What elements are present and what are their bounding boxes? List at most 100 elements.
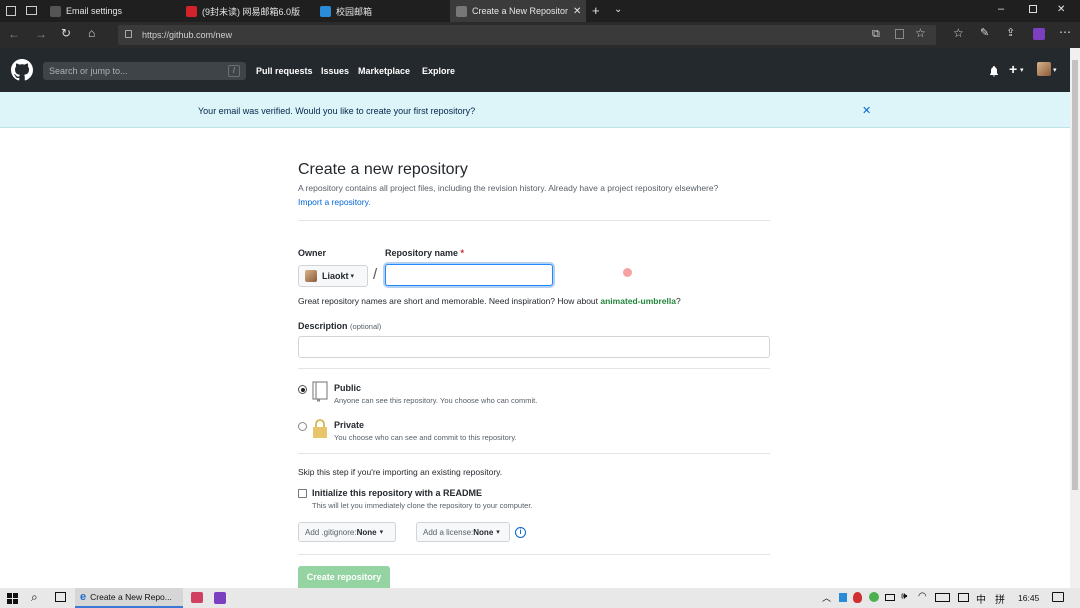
wechat-icon[interactable]	[869, 592, 879, 602]
private-title: Private	[334, 420, 365, 430]
caret-down-icon: ▾	[496, 529, 500, 536]
tab-preview-icon[interactable]	[26, 6, 37, 15]
caret-down-icon: ▾	[379, 529, 384, 536]
suggested-name[interactable]: animated-umbrella	[600, 296, 676, 306]
browser-nav-bar: ← → ↻ ⌂ https://github.com/new ⧉ ☆ ☆ ✎ ⇪…	[0, 22, 1080, 48]
close-window-icon[interactable]: ✕	[1057, 4, 1065, 15]
repo-book-icon	[312, 381, 328, 402]
divider	[298, 453, 770, 454]
github-favicon-icon	[50, 5, 61, 17]
address-bar[interactable]: https://github.com/new ⧉ ☆	[118, 25, 936, 45]
caret-down-icon: ▾	[350, 273, 355, 280]
bell-icon[interactable]	[989, 66, 999, 77]
wifi-icon[interactable]: ◠	[918, 591, 927, 602]
new-tab-icon[interactable]: +	[592, 3, 600, 18]
keyboard-icon[interactable]	[935, 593, 950, 602]
repository-name-input[interactable]	[385, 264, 553, 286]
battery-icon[interactable]	[885, 594, 895, 601]
divider	[298, 220, 770, 221]
favorite-star-icon[interactable]: ☆	[915, 26, 926, 40]
more-icon[interactable]: ⋯	[1059, 25, 1071, 39]
import-repository-link[interactable]: Import a repository.	[298, 197, 371, 207]
favorites-icon[interactable]: ☆	[953, 26, 964, 40]
private-radio[interactable]	[298, 422, 307, 431]
private-desc: You choose who can see and commit to thi…	[334, 433, 517, 442]
description-input[interactable]	[298, 336, 770, 358]
share-icon[interactable]: ⇪	[1006, 26, 1015, 39]
edge-icon: e	[80, 591, 87, 603]
tab-email-settings[interactable]: Email settings	[44, 0, 180, 22]
readme-checkbox[interactable]	[298, 489, 307, 498]
avatar	[305, 270, 317, 282]
chevron-down-icon[interactable]: ▾	[1053, 66, 1057, 74]
owner-select[interactable]: Liaokt ▾	[298, 265, 368, 287]
close-icon[interactable]: ✕	[862, 104, 871, 117]
tab-campus-mail[interactable]: 校园邮箱	[314, 0, 448, 22]
tab-create-repository[interactable]: Create a New Repositor ✕	[450, 0, 586, 22]
search-icon[interactable]: ⌕	[31, 590, 38, 605]
browser-tab-bar: Email settings (9封未读) 网易邮箱6.0版 校园邮箱 Crea…	[0, 0, 1080, 22]
extension-icon[interactable]: ⧉	[872, 28, 880, 41]
create-repository-button[interactable]: Create repository	[298, 566, 390, 588]
tray-app-icon[interactable]	[839, 593, 847, 602]
gitignore-select[interactable]: Add .gitignore: None ▾	[298, 522, 396, 542]
divider	[298, 554, 770, 555]
readme-label[interactable]: Initialize this repository with a README	[312, 488, 482, 498]
owner-label: Owner	[298, 248, 327, 258]
intro-text: A repository contains all project files,…	[298, 183, 719, 193]
onenote-icon[interactable]	[214, 592, 226, 604]
home-icon[interactable]: ⌂	[88, 26, 95, 40]
public-desc: Anyone can see this repository. You choo…	[334, 396, 538, 405]
github-logo-icon[interactable]	[11, 59, 33, 81]
ime-pinyin[interactable]: 拼	[995, 591, 1005, 606]
close-tab-icon[interactable]: ✕	[573, 6, 581, 17]
avatar[interactable]	[1037, 62, 1051, 76]
scrollbar[interactable]	[1070, 48, 1080, 588]
lock-icon	[313, 419, 327, 438]
mail-app-icon[interactable]	[191, 592, 203, 603]
taskbar-edge-app[interactable]: e Create a New Repo...	[75, 588, 183, 608]
search-input[interactable]: Search or jump to... /	[43, 62, 246, 80]
tablet-icon[interactable]	[958, 593, 969, 602]
divider	[298, 368, 770, 369]
cursor-highlight	[623, 268, 632, 277]
public-radio[interactable]	[298, 385, 307, 394]
onenote-icon[interactable]	[1033, 28, 1045, 40]
readme-desc: This will let you immediately clone the …	[312, 501, 533, 510]
nav-marketplace[interactable]: Marketplace	[358, 66, 410, 76]
scrollbar-thumb[interactable]	[1072, 60, 1078, 490]
refresh-icon[interactable]: ↻	[61, 26, 71, 40]
notification-icon[interactable]	[1052, 592, 1064, 602]
minimize-icon[interactable]: –	[998, 3, 1004, 15]
plus-icon[interactable]: +	[1009, 61, 1017, 77]
nav-issues[interactable]: Issues	[321, 66, 349, 76]
reading-view-icon[interactable]	[895, 29, 904, 39]
tab-163-mail[interactable]: (9封未读) 网易邮箱6.0版	[180, 0, 314, 22]
nav-explore[interactable]: Explore	[422, 66, 455, 76]
windows-start-icon[interactable]	[7, 593, 18, 604]
volume-icon[interactable]: 🕪	[901, 591, 907, 602]
lock-icon	[125, 30, 132, 38]
back-icon[interactable]: ←	[8, 27, 20, 41]
nav-pull-requests[interactable]: Pull requests	[256, 66, 313, 76]
chevron-down-icon[interactable]: ⌄	[614, 4, 622, 15]
windows-taskbar: ⌕ e Create a New Repo... ︿ 🕪 ◠ 中 拼 16:45	[0, 588, 1080, 608]
page-title: Create a new repository	[298, 161, 468, 178]
clock[interactable]: 16:45	[1018, 593, 1039, 603]
license-select[interactable]: Add a license: None ▾	[416, 522, 510, 542]
required-mark: *	[460, 248, 465, 258]
task-view-icon[interactable]	[55, 592, 66, 602]
chevron-up-icon[interactable]: ︿	[822, 591, 831, 604]
inspiration-text: Great repository names are short and mem…	[298, 296, 681, 306]
qq-icon[interactable]	[853, 592, 862, 603]
pen-icon[interactable]: ✎	[980, 26, 989, 39]
chevron-down-icon[interactable]: ▾	[1020, 66, 1024, 74]
mail-icon	[320, 5, 331, 17]
info-icon[interactable]: i	[515, 527, 526, 538]
forward-icon[interactable]: →	[35, 27, 47, 41]
owner-repo-separator: /	[373, 266, 378, 283]
restore-icon[interactable]	[1029, 5, 1037, 13]
tab-actions-icon[interactable]	[6, 6, 16, 16]
ime-mode[interactable]: 中	[976, 591, 986, 606]
skip-note: Skip this step if you're importing an ex…	[298, 467, 503, 477]
